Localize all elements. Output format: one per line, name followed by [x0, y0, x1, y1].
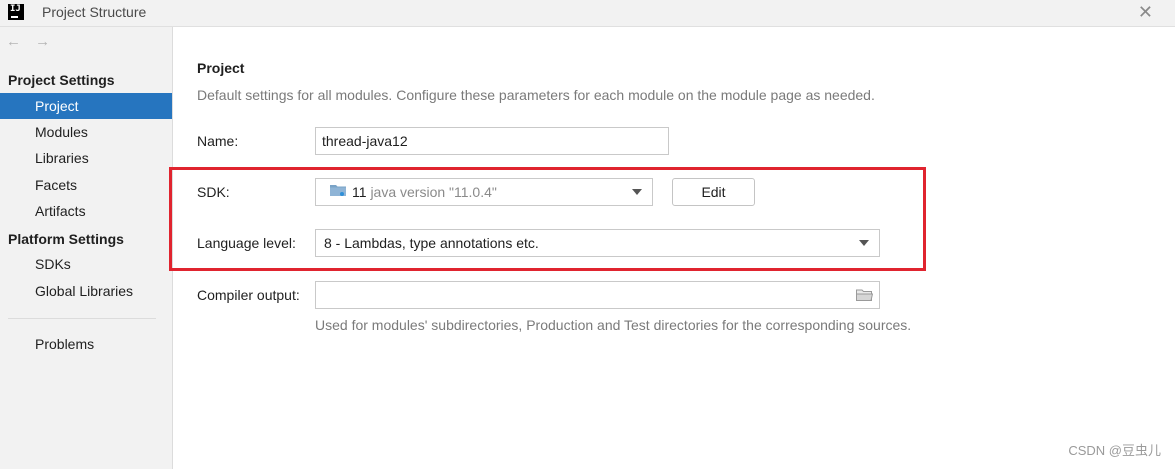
sidebar-divider: [8, 318, 156, 319]
compiler-output-field[interactable]: [315, 281, 880, 309]
sidebar-item-global-libraries[interactable]: Global Libraries: [0, 278, 172, 304]
forward-arrow-icon[interactable]: →: [35, 33, 50, 50]
chevron-down-icon: [632, 189, 642, 195]
sidebar-item-problems[interactable]: Problems: [0, 331, 172, 357]
watermark: CSDN @豆虫儿: [1068, 443, 1161, 458]
sidebar-item-modules[interactable]: Modules: [0, 119, 172, 145]
compiler-output-label: Compiler output:: [197, 287, 300, 303]
back-arrow-icon[interactable]: ←: [6, 33, 21, 50]
name-field[interactable]: [315, 127, 669, 155]
sdk-label: SDK:: [197, 184, 230, 200]
window-title: Project Structure: [42, 4, 147, 20]
main-panel: Project Default settings for all modules…: [173, 27, 1175, 469]
project-settings-header: Project Settings: [8, 72, 115, 88]
page-description: Default settings for all modules. Config…: [197, 87, 875, 103]
sidebar-item-facets[interactable]: Facets: [0, 172, 172, 198]
sdk-version: 11: [352, 184, 367, 200]
language-level-value: 8 - Lambdas, type annotations etc.: [324, 235, 539, 251]
browse-folder-icon[interactable]: [856, 289, 873, 301]
sdk-dropdown[interactable]: 11 java version "11.0.4": [315, 178, 653, 206]
folder-icon: [330, 185, 346, 196]
sidebar-item-project[interactable]: Project: [0, 93, 172, 119]
language-level-dropdown[interactable]: 8 - Lambdas, type annotations etc.: [315, 229, 880, 257]
compiler-output-hint: Used for modules' subdirectories, Produc…: [315, 317, 912, 333]
edit-sdk-button[interactable]: Edit: [672, 178, 755, 206]
sidebar-item-sdks[interactable]: SDKs: [0, 251, 172, 277]
name-label: Name:: [197, 133, 239, 149]
sidebar: ← → Project Settings Project Modules Lib…: [0, 27, 173, 469]
navigation-arrows: ← →: [6, 33, 60, 50]
sidebar-item-libraries[interactable]: Libraries: [0, 145, 172, 171]
platform-settings-header: Platform Settings: [8, 231, 124, 247]
intellij-app-icon: IJ: [8, 4, 24, 20]
title-bar: IJ Project Structure ✕: [0, 0, 1175, 27]
close-icon[interactable]: ✕: [1138, 2, 1153, 23]
sidebar-item-artifacts[interactable]: Artifacts: [0, 198, 172, 224]
chevron-down-icon: [859, 240, 869, 246]
sdk-description: java version "11.0.4": [370, 184, 497, 200]
language-level-label: Language level:: [197, 235, 296, 251]
page-title: Project: [197, 60, 245, 76]
